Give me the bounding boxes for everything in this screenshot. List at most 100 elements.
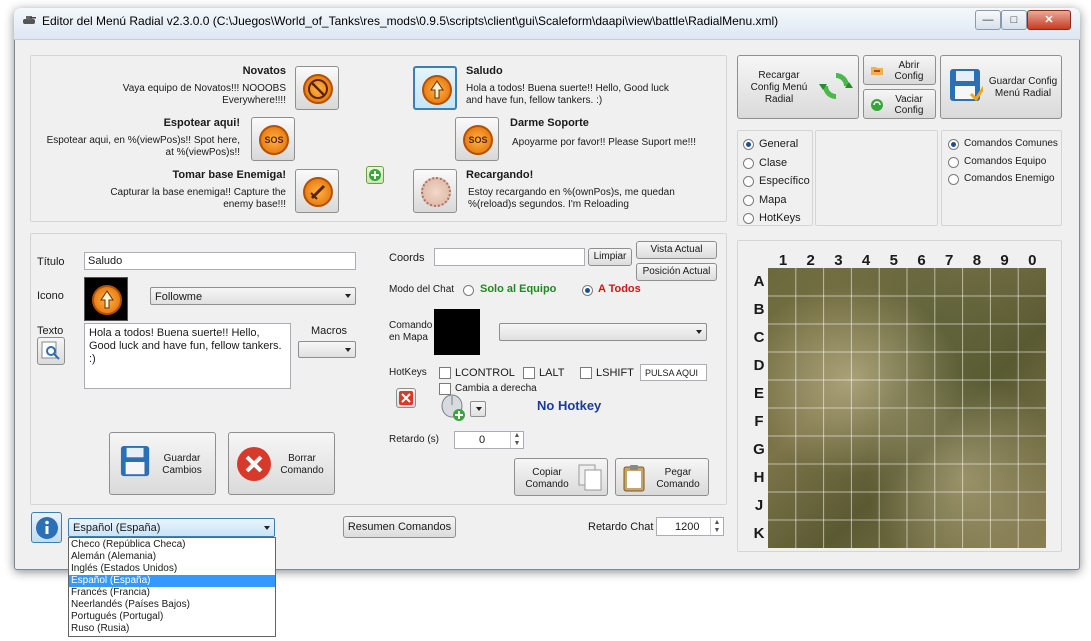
empty-panel [815,130,938,226]
chat-delay-stepper[interactable]: 1200 ▲ ▼ [656,517,724,536]
stepper-up-icon[interactable]: ▲ [510,432,523,440]
category-radio[interactable] [743,176,754,187]
command-slot-saludo[interactable] [413,66,457,110]
language-option[interactable]: Español (España) [69,575,275,587]
map-column-label: 9 [1000,252,1009,269]
text-preview-button[interactable] [37,337,65,365]
category-label: HotKeys [759,212,801,224]
command-slot-recargando[interactable] [413,169,457,213]
command-slot-tomar-base[interactable] [295,169,339,213]
command-title: Saludo [466,65,503,77]
map-column-label: 4 [861,252,871,269]
save-changes-button[interactable]: Guardar Cambios [109,432,216,495]
folder-arrow-icon [871,67,883,75]
paste-command-label: Pegar Comando [656,467,700,490]
language-dropdown-list[interactable]: Checo (República Checa) Alemán (Alemania)… [68,537,276,637]
language-option[interactable]: Portugués (Portugal) [69,611,275,623]
stepper-down-icon[interactable]: ▼ [710,526,723,535]
mouse-add-icon[interactable] [438,394,468,422]
reload-config-button[interactable]: Recargar Config Menú Radial [737,55,859,119]
command-slot-novatos[interactable] [295,66,339,110]
category-radio[interactable] [743,213,754,224]
minimize-button[interactable]: — [975,10,1001,30]
swap-right-label: Cambia a derecha [455,383,537,394]
reload-config-label: Recargar Config Menú Radial [750,70,808,105]
save-changes-label: Guardar Cambios [162,453,202,476]
command-title: Novatos [242,65,286,77]
lalt-checkbox[interactable] [523,367,535,379]
add-command-button[interactable] [366,166,384,184]
open-config-button[interactable]: Abrir Config [863,55,936,85]
category-radio[interactable] [743,139,754,150]
language-option[interactable]: Checo (República Checa) [69,539,275,551]
command-type-radio[interactable] [948,174,959,185]
close-button[interactable]: ✕ [1027,10,1071,30]
command-type-radio[interactable] [948,139,959,150]
command-desc: Estoy recargando en %(ownPos)s, me queda… [468,187,675,210]
lcontrol-checkbox[interactable] [439,367,451,379]
chat-all-radio[interactable] [582,285,593,296]
mouse-button-select[interactable] [470,401,486,417]
category-radio[interactable] [743,194,754,206]
copy-command-button[interactable]: Copiar Comando [514,458,608,496]
language-select-value: Español (España) [73,522,161,534]
macros-select[interactable] [298,341,356,358]
no-entry-icon [303,74,333,104]
paste-command-button[interactable]: Pegar Comando [615,458,709,496]
language-option[interactable]: Neerlandés (Países Bajos) [69,599,275,611]
language-option[interactable]: Inglés (Estados Unidos) [69,563,275,575]
map-row-label: A [753,273,765,290]
language-select[interactable]: Español (España) [68,518,275,537]
title-label: Título [37,256,65,268]
delete-command-button[interactable]: Borrar Comando [228,432,335,495]
coords-label: Coords [389,252,425,264]
floppy-disk-icon [120,446,150,477]
language-option[interactable]: Alemán (Alemania) [69,551,275,563]
info-button[interactable] [31,512,62,543]
lshift-label: LSHIFT [596,367,634,379]
map-row-label: F [754,413,764,430]
chat-team-radio[interactable] [463,285,474,296]
stepper-down-icon[interactable]: ▼ [510,440,523,448]
chat-delay-label: Retardo Chat [588,521,654,533]
summary-commands-button[interactable]: Resumen Comandos [343,516,456,538]
delete-command-label: Borrar Comando [280,453,324,476]
hotkeys-label: HotKeys [389,367,427,378]
icon-select[interactable]: Followme [150,287,356,305]
hotkey-capture-input[interactable]: PULSA AQUI [640,364,707,381]
lshift-checkbox[interactable] [580,367,592,379]
clear-hotkey-button[interactable] [396,388,416,408]
save-config-button[interactable]: Guardar Config Menú Radial [940,55,1062,119]
command-title: Espotear aqui! [163,117,240,129]
language-option[interactable]: Francés (Francia) [69,587,275,599]
command-slot-darme-soporte[interactable]: SOS [455,117,499,161]
language-option[interactable]: Ruso (Rusia) [69,623,275,635]
maximize-button[interactable]: □ [1001,10,1027,30]
command-type-radio[interactable] [948,156,959,168]
map-column-label: 5 [889,252,898,269]
map-column-label: 7 [945,252,954,269]
clear-coords-button[interactable]: Limpiar [588,248,632,266]
icon-preview [84,277,128,321]
sos-icon: SOS [463,125,493,155]
text-area[interactable]: Hola a todos! Buena suerte!! Hello, Good… [84,323,291,389]
flame-arrow-icon [422,75,452,105]
plus-icon [369,169,381,181]
command-type-label: Comandos Equipo [964,155,1047,167]
title-input[interactable]: Saludo [84,252,356,270]
lalt-label: LALT [539,367,565,379]
category-radio[interactable] [743,157,754,169]
map-command-select[interactable] [499,323,707,341]
category-label: Mapa [759,193,787,206]
command-desc: Hola a todos! Buena suerte!! Hello, Good… [466,83,669,106]
coords-input[interactable] [434,248,585,266]
current-position-button[interactable]: Posición Actual [636,263,717,281]
current-view-button[interactable]: Vista Actual [636,241,717,259]
icon-label: Icono [37,290,64,302]
empty-config-button[interactable]: Vaciar Config [863,89,936,119]
map-row-label: H [753,469,765,486]
map-minimap[interactable] [768,268,1046,548]
command-slot-espotear[interactable]: SOS [251,117,295,161]
magnifier-icon [41,341,60,360]
delay-stepper[interactable]: 0 ▲ ▼ [454,431,524,449]
